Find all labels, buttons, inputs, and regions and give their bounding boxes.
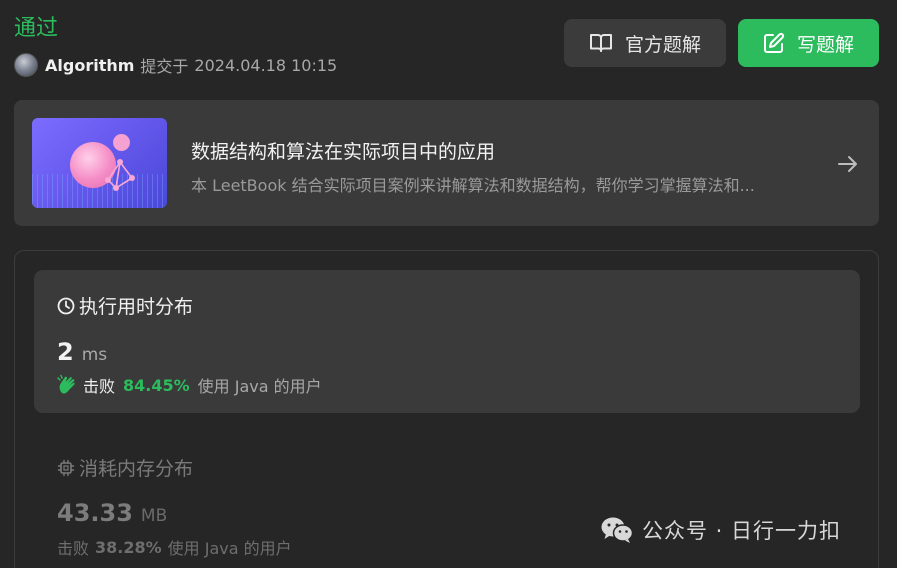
watermark-text: 公众号 · 日行一力扣 bbox=[642, 519, 842, 543]
runtime-number: 2 bbox=[57, 338, 74, 366]
runtime-beat-suffix: 使用 Java 的用户 bbox=[197, 377, 322, 396]
memory-title[interactable]: 消耗内存分布 bbox=[57, 454, 193, 481]
runtime-value: 2 ms bbox=[57, 338, 107, 366]
username[interactable]: Algorithm bbox=[45, 56, 134, 75]
write-solution-button[interactable]: 写题解 bbox=[738, 19, 879, 67]
submission-info: Algorithm 提交于 2024.04.18 10:15 bbox=[14, 53, 337, 77]
memory-beat-label: 击败 bbox=[57, 539, 90, 558]
runtime-title-label: 执行用时分布 bbox=[79, 296, 194, 318]
runtime-card[interactable]: 执行用时分布 2 ms 击败 84.45% 使用 Java 的用户 bbox=[34, 270, 860, 413]
runtime-unit: ms bbox=[81, 345, 108, 365]
memory-number: 43.33 bbox=[57, 499, 133, 527]
clap-icon bbox=[57, 374, 75, 394]
runtime-beat-label: 击败 bbox=[83, 377, 116, 396]
arrow-right-icon[interactable] bbox=[836, 152, 860, 176]
wechat-icon bbox=[601, 517, 634, 543]
submission-result-page: 通过 Algorithm 提交于 2024.04.18 10:15 官方题解 写… bbox=[0, 0, 897, 568]
memory-value: 43.33 MB bbox=[57, 499, 167, 527]
official-solution-label: 官方题解 bbox=[624, 33, 701, 56]
submitted-time: 2024.04.18 10:15 bbox=[194, 55, 338, 75]
status-accepted: 通过 bbox=[14, 16, 59, 41]
banner-description: 本 LeetBook 结合实际项目案例来讲解算法和数据结构，帮你学习掌握算法和.… bbox=[191, 176, 755, 195]
official-solution-button[interactable]: 官方题解 bbox=[564, 19, 726, 67]
wechat-watermark: 公众号 · 日行一力扣 bbox=[600, 515, 841, 545]
memory-beat-suffix: 使用 Java 的用户 bbox=[167, 539, 292, 558]
banner-title: 数据结构和算法在实际项目中的应用 bbox=[191, 141, 496, 163]
memory-beat: 击败 38.28% 使用 Java 的用户 bbox=[57, 535, 292, 559]
runtime-title: 执行用时分布 bbox=[57, 292, 193, 319]
banner-thumbnail bbox=[32, 118, 167, 208]
memory-title-label: 消耗内存分布 bbox=[79, 458, 194, 480]
submitted-label: 提交于 bbox=[140, 57, 189, 76]
runtime-beat-percent: 84.45% bbox=[123, 375, 190, 395]
chip-icon bbox=[57, 459, 75, 476]
memory-unit: MB bbox=[140, 506, 168, 526]
leetbook-banner[interactable]: 数据结构和算法在实际项目中的应用 本 LeetBook 结合实际项目案例来讲解算… bbox=[14, 100, 879, 226]
memory-beat-percent: 38.28% bbox=[95, 537, 162, 557]
write-solution-label: 写题解 bbox=[796, 33, 854, 56]
book-icon bbox=[589, 34, 612, 52]
runtime-beat: 击败 84.45% 使用 Java 的用户 bbox=[57, 373, 322, 397]
avatar[interactable] bbox=[14, 53, 38, 77]
clock-icon bbox=[57, 297, 75, 314]
edit-icon bbox=[763, 32, 785, 53]
